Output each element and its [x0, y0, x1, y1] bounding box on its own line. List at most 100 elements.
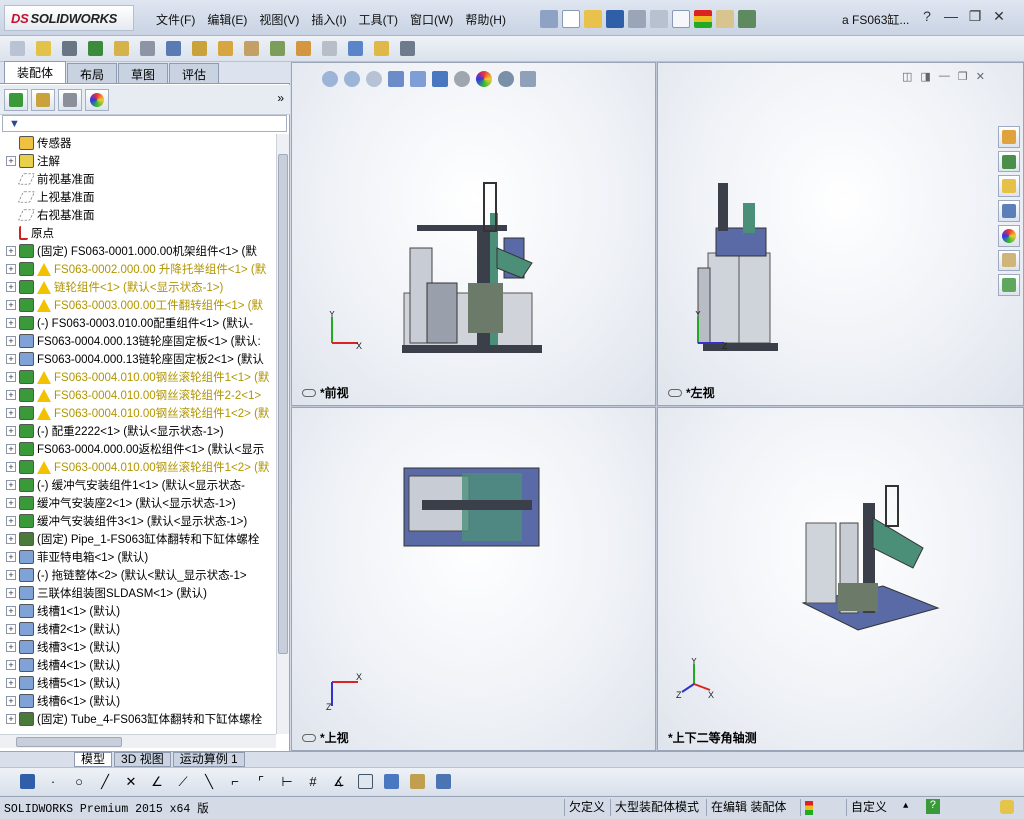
viewport-left[interactable]: Y Z *左视	[657, 62, 1024, 406]
tree-node[interactable]: + 菲亚特电箱<1> (默认)	[0, 548, 276, 566]
tree-node[interactable]: + FS063-0004.010.00钢丝滚轮组件1<2> (默	[0, 404, 276, 422]
tree-node[interactable]: + (-) 配重2222<1> (默认<显示状态-1>)	[0, 422, 276, 440]
tree-node[interactable]: + 线槽3<1> (默认)	[0, 638, 276, 656]
interference-detection-icon[interactable]	[318, 39, 340, 59]
minimize-button[interactable]: —	[942, 8, 960, 25]
save-icon[interactable]	[16, 772, 38, 792]
viewport-restore-icon[interactable]: ❐	[958, 70, 968, 83]
viewport-minimize-icon[interactable]: —	[939, 70, 950, 83]
tree-node[interactable]: + 线槽2<1> (默认)	[0, 620, 276, 638]
edit-appearance-icon[interactable]	[476, 71, 492, 87]
undo-icon[interactable]	[650, 10, 668, 28]
rebuild-status-icon[interactable]	[800, 799, 840, 816]
split-vertical-icon[interactable]: ◨	[920, 70, 930, 83]
tree-node[interactable]: + 三联体组装图SLDASM<1> (默认)	[0, 584, 276, 602]
expand-toggle-icon[interactable]: +	[6, 300, 16, 310]
display-manager-tab-icon[interactable]	[85, 88, 109, 111]
solidworks-forum-icon[interactable]	[998, 274, 1020, 297]
design-library-icon[interactable]	[998, 150, 1020, 173]
tree-node[interactable]: + (固定) Pipe_1-FS063缸体翻转和下缸体螺栓	[0, 530, 276, 548]
tree-node[interactable]: + 线槽4<1> (默认)	[0, 656, 276, 674]
show-hidden-icon[interactable]	[162, 39, 184, 59]
tab-model[interactable]: 模型	[74, 752, 113, 767]
expand-toggle-icon[interactable]: +	[6, 156, 16, 166]
menu-insert[interactable]: 插入(I)	[305, 9, 352, 29]
zoom-to-area-icon[interactable]	[344, 71, 360, 87]
tree-node[interactable]: 前视基准面	[0, 170, 276, 188]
tree-node[interactable]: + FS063-0004.010.00钢丝滚轮组件1<1> (默	[0, 368, 276, 386]
pin-icon[interactable]	[540, 10, 558, 28]
units-dropdown-icon[interactable]: ▲	[903, 801, 908, 811]
expand-toggle-icon[interactable]: +	[6, 696, 16, 706]
previous-view-icon[interactable]	[366, 71, 382, 87]
tree-node[interactable]: + (固定) FS063-0001.000.00机架组件<1> (默	[0, 242, 276, 260]
save-icon[interactable]	[606, 10, 624, 28]
help-status-icon[interactable]: ?	[926, 799, 940, 814]
assembly-features-icon[interactable]	[188, 39, 210, 59]
expand-toggle-icon[interactable]: +	[6, 462, 16, 472]
view-orientation-icon[interactable]	[410, 71, 426, 87]
table-icon[interactable]	[432, 772, 454, 792]
apply-scene-icon[interactable]	[498, 71, 514, 87]
expand-toggle-icon[interactable]: +	[6, 516, 16, 526]
tree-node[interactable]: + 缓冲气安装组件3<1> (默认<显示状态-1>)	[0, 512, 276, 530]
viewport-front[interactable]: Y X *前视	[291, 62, 656, 406]
cube-3d-icon[interactable]	[354, 772, 376, 792]
expand-toggle-icon[interactable]: +	[6, 678, 16, 688]
menu-help[interactable]: 帮助(H)	[459, 9, 512, 29]
corner-icon[interactable]: ⌜	[250, 772, 272, 792]
fillet-icon[interactable]: ⌐	[224, 772, 246, 792]
centerline-icon[interactable]: ∠	[146, 772, 168, 792]
link-views-icon[interactable]	[302, 388, 316, 397]
open-folder-icon[interactable]	[584, 10, 602, 28]
tree-node[interactable]: + 链轮组件<1> (默认<显示状态-1>)	[0, 278, 276, 296]
rebuild-traffic-light-icon[interactable]	[694, 10, 712, 28]
tree-node[interactable]: + FS063-0002.000.00 升降托举组件<1> (默	[0, 260, 276, 278]
tab-3d-views[interactable]: 3D 视图	[114, 752, 171, 767]
reference-geometry-icon[interactable]	[214, 39, 236, 59]
tree-node[interactable]: + (-) 缓冲气安装组件1<1> (默认<显示状态-	[0, 476, 276, 494]
tree-node[interactable]: + 线槽5<1> (默认)	[0, 674, 276, 692]
angle-icon[interactable]: ∡	[328, 772, 350, 792]
expand-toggle-icon[interactable]: +	[6, 660, 16, 670]
property-manager-tab-icon[interactable]	[31, 88, 55, 111]
tree-node[interactable]: + FS063-0003.000.00工件翻转组件<1> (默	[0, 296, 276, 314]
grid-icon[interactable]: #	[302, 772, 324, 792]
expand-toggle-icon[interactable]: +	[6, 336, 16, 346]
tree-node[interactable]: + FS063-0004.000.13链轮座固定板<1> (默认:	[0, 332, 276, 350]
expand-toggle-icon[interactable]: +	[6, 570, 16, 580]
tree-horizontal-scrollbar[interactable]	[0, 734, 276, 748]
tree-node[interactable]: + 线槽1<1> (默认)	[0, 602, 276, 620]
menu-window[interactable]: 窗口(W)	[404, 9, 459, 29]
viewport-close-icon[interactable]: ✕	[976, 70, 985, 83]
tree-node[interactable]: + 缓冲气安装座2<1> (默认<显示状态-1>)	[0, 494, 276, 512]
trim-icon[interactable]: ✕	[120, 772, 142, 792]
linear-pattern-icon[interactable]	[84, 39, 106, 59]
tree-node[interactable]: 传感器	[0, 134, 276, 152]
print-icon[interactable]	[628, 10, 646, 28]
viewport-isometric[interactable]: Y X Z *上下二等角轴测	[657, 407, 1024, 751]
tab-layout[interactable]: 布局	[67, 63, 118, 83]
options-icon[interactable]	[738, 10, 756, 28]
dimension-icon[interactable]: ⊢	[276, 772, 298, 792]
exploded-view-icon[interactable]	[266, 39, 288, 59]
line-icon[interactable]: ╱	[94, 772, 116, 792]
expand-toggle-icon[interactable]: +	[6, 552, 16, 562]
view-palette-icon[interactable]	[998, 200, 1020, 222]
tag-icon[interactable]	[1000, 800, 1014, 814]
tree-node[interactable]: + 注解	[0, 152, 276, 170]
tree-node[interactable]: + FS063-0004.010.00钢丝滚轮组件2-2<1>	[0, 386, 276, 404]
filter-icon[interactable]: ▼	[3, 118, 20, 130]
expand-toggle-icon[interactable]: +	[6, 354, 16, 364]
expand-toggle-icon[interactable]: +	[6, 408, 16, 418]
tree-node[interactable]: + (-) 拖链整体<2> (默认<默认_显示状态-1>	[0, 566, 276, 584]
tab-evaluate[interactable]: 评估	[169, 63, 220, 83]
move-component-icon[interactable]	[136, 39, 158, 59]
expand-toggle-icon[interactable]: +	[6, 480, 16, 490]
tab-sketch[interactable]: 草图	[118, 63, 169, 83]
expand-toggle-icon[interactable]: +	[6, 282, 16, 292]
expand-toggle-icon[interactable]: +	[6, 624, 16, 634]
expand-toggle-icon[interactable]: +	[6, 372, 16, 382]
scrollbar-thumb[interactable]	[16, 737, 122, 747]
tree-node[interactable]: + (-) FS063-0003.010.00配重组件<1> (默认-	[0, 314, 276, 332]
